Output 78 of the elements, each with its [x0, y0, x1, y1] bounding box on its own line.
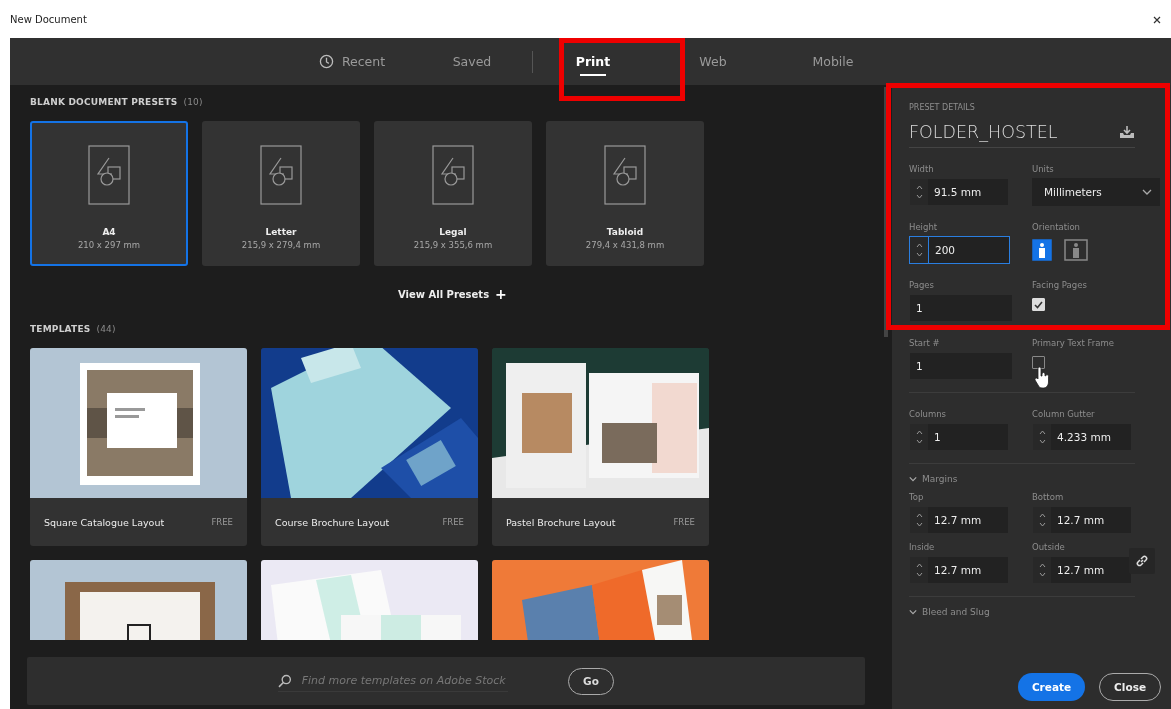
- field-label: Outside: [1032, 542, 1066, 554]
- clock-icon: [318, 54, 334, 69]
- tab[interactable]: Saved: [412, 38, 532, 85]
- field-label: Column Gutter: [1032, 409, 1096, 421]
- section-toggle[interactable]: Bleed and Slug: [909, 607, 990, 617]
- text-field[interactable]: 1: [909, 294, 1013, 322]
- section-heading: BLANK DOCUMENT PRESETS: [30, 97, 178, 107]
- text-field[interactable]: 1: [909, 352, 1013, 380]
- field-label: Inside: [909, 542, 936, 554]
- template-name: Square Catalogue Layout: [44, 516, 165, 528]
- section-heading: TEMPLATES: [30, 324, 91, 334]
- price-label: FREE: [673, 517, 695, 527]
- window-title: New Document: [10, 13, 87, 25]
- hand-cursor-icon: [1034, 367, 1050, 389]
- chevron-down-icon: [909, 476, 917, 482]
- stepper-icon[interactable]: [1038, 429, 1046, 445]
- preset-name: Letter: [265, 227, 297, 237]
- preset-name: A4: [102, 227, 116, 237]
- stepper-icon[interactable]: [915, 242, 923, 258]
- portrait-icon[interactable]: [1032, 239, 1052, 261]
- preset-card[interactable]: Letter 215,9 x 279,4 mm: [202, 121, 360, 266]
- save-preset-icon[interactable]: [1119, 125, 1135, 139]
- template-card[interactable]: Square Catalogue Layout FREE: [30, 348, 247, 546]
- price-label: FREE: [442, 517, 464, 527]
- field-label: Primary Text Frame: [1032, 338, 1115, 350]
- stepper-icon[interactable]: [915, 512, 923, 528]
- document-icon: [432, 145, 474, 205]
- preset-size: 210 x 297 mm: [77, 240, 141, 250]
- stepper-icon[interactable]: [915, 184, 923, 200]
- tab[interactable]: Web: [653, 38, 773, 85]
- field-label: Pages: [909, 280, 935, 292]
- field-label: Top: [909, 492, 925, 504]
- stepper-icon[interactable]: [1038, 562, 1046, 578]
- template-name: Pastel Brochure Layout: [506, 516, 616, 528]
- tab[interactable]: Mobile: [773, 38, 893, 85]
- tab[interactable]: Recent: [292, 38, 412, 85]
- field-label: Width: [909, 164, 935, 176]
- template-card[interactable]: Pastel Brochure Layout FREE: [492, 348, 709, 546]
- number-field[interactable]: 200: [909, 236, 1010, 264]
- field-label: Facing Pages: [1032, 280, 1088, 292]
- count-label: (10): [183, 97, 203, 107]
- section-toggle[interactable]: Margins: [909, 474, 958, 484]
- chevron-down-icon: [1142, 189, 1152, 195]
- field-label: Height: [909, 222, 939, 234]
- stepper-icon[interactable]: [915, 429, 923, 445]
- field-label: Start #: [909, 338, 941, 350]
- preset-card[interactable]: A4 210 x 297 mm: [30, 121, 188, 266]
- template-name: Course Brochure Layout: [275, 516, 390, 528]
- create-button[interactable]: Create: [1017, 673, 1086, 701]
- document-icon: [604, 145, 646, 205]
- link-icon[interactable]: [1129, 548, 1155, 574]
- preset-name: Legal: [439, 227, 467, 237]
- field-label: Bottom: [1032, 492, 1065, 504]
- stepper-icon[interactable]: [1038, 512, 1046, 528]
- landscape-icon[interactable]: [1064, 239, 1088, 261]
- search-field[interactable]: Find more templates on Adobe Stock: [278, 670, 508, 692]
- preset-card[interactable]: Tabloid 279,4 x 431,8 mm: [546, 121, 704, 266]
- preset-card[interactable]: Legal 215,9 x 355,6 mm: [374, 121, 532, 266]
- count-label: (44): [96, 324, 116, 334]
- search-icon: [278, 673, 292, 688]
- preset-size: 215,9 x 355,6 mm: [413, 240, 493, 250]
- preset-name-field[interactable]: FOLDER_HOSTEL: [909, 122, 1058, 142]
- preset-size: 215,9 x 279,4 mm: [241, 240, 321, 250]
- preset-name: Tabloid: [606, 227, 644, 237]
- stepper-icon[interactable]: [915, 562, 923, 578]
- document-icon: [88, 145, 130, 205]
- price-label: FREE: [211, 517, 233, 527]
- field-label: Units: [1032, 164, 1055, 176]
- view-all-link[interactable]: View All Presets +: [398, 286, 507, 302]
- chevron-down-icon: [909, 609, 917, 615]
- preset-size: 279,4 x 431,8 mm: [585, 240, 665, 250]
- template-card[interactable]: Course Brochure Layout FREE: [261, 348, 478, 546]
- field-label: Columns: [909, 409, 947, 421]
- field-label: Orientation: [1032, 222, 1081, 234]
- document-icon: [260, 145, 302, 205]
- units-dropdown[interactable]: Millimeters: [1032, 178, 1160, 206]
- tab[interactable]: Print: [533, 38, 653, 85]
- panel-heading: PRESET DETAILS: [909, 103, 976, 112]
